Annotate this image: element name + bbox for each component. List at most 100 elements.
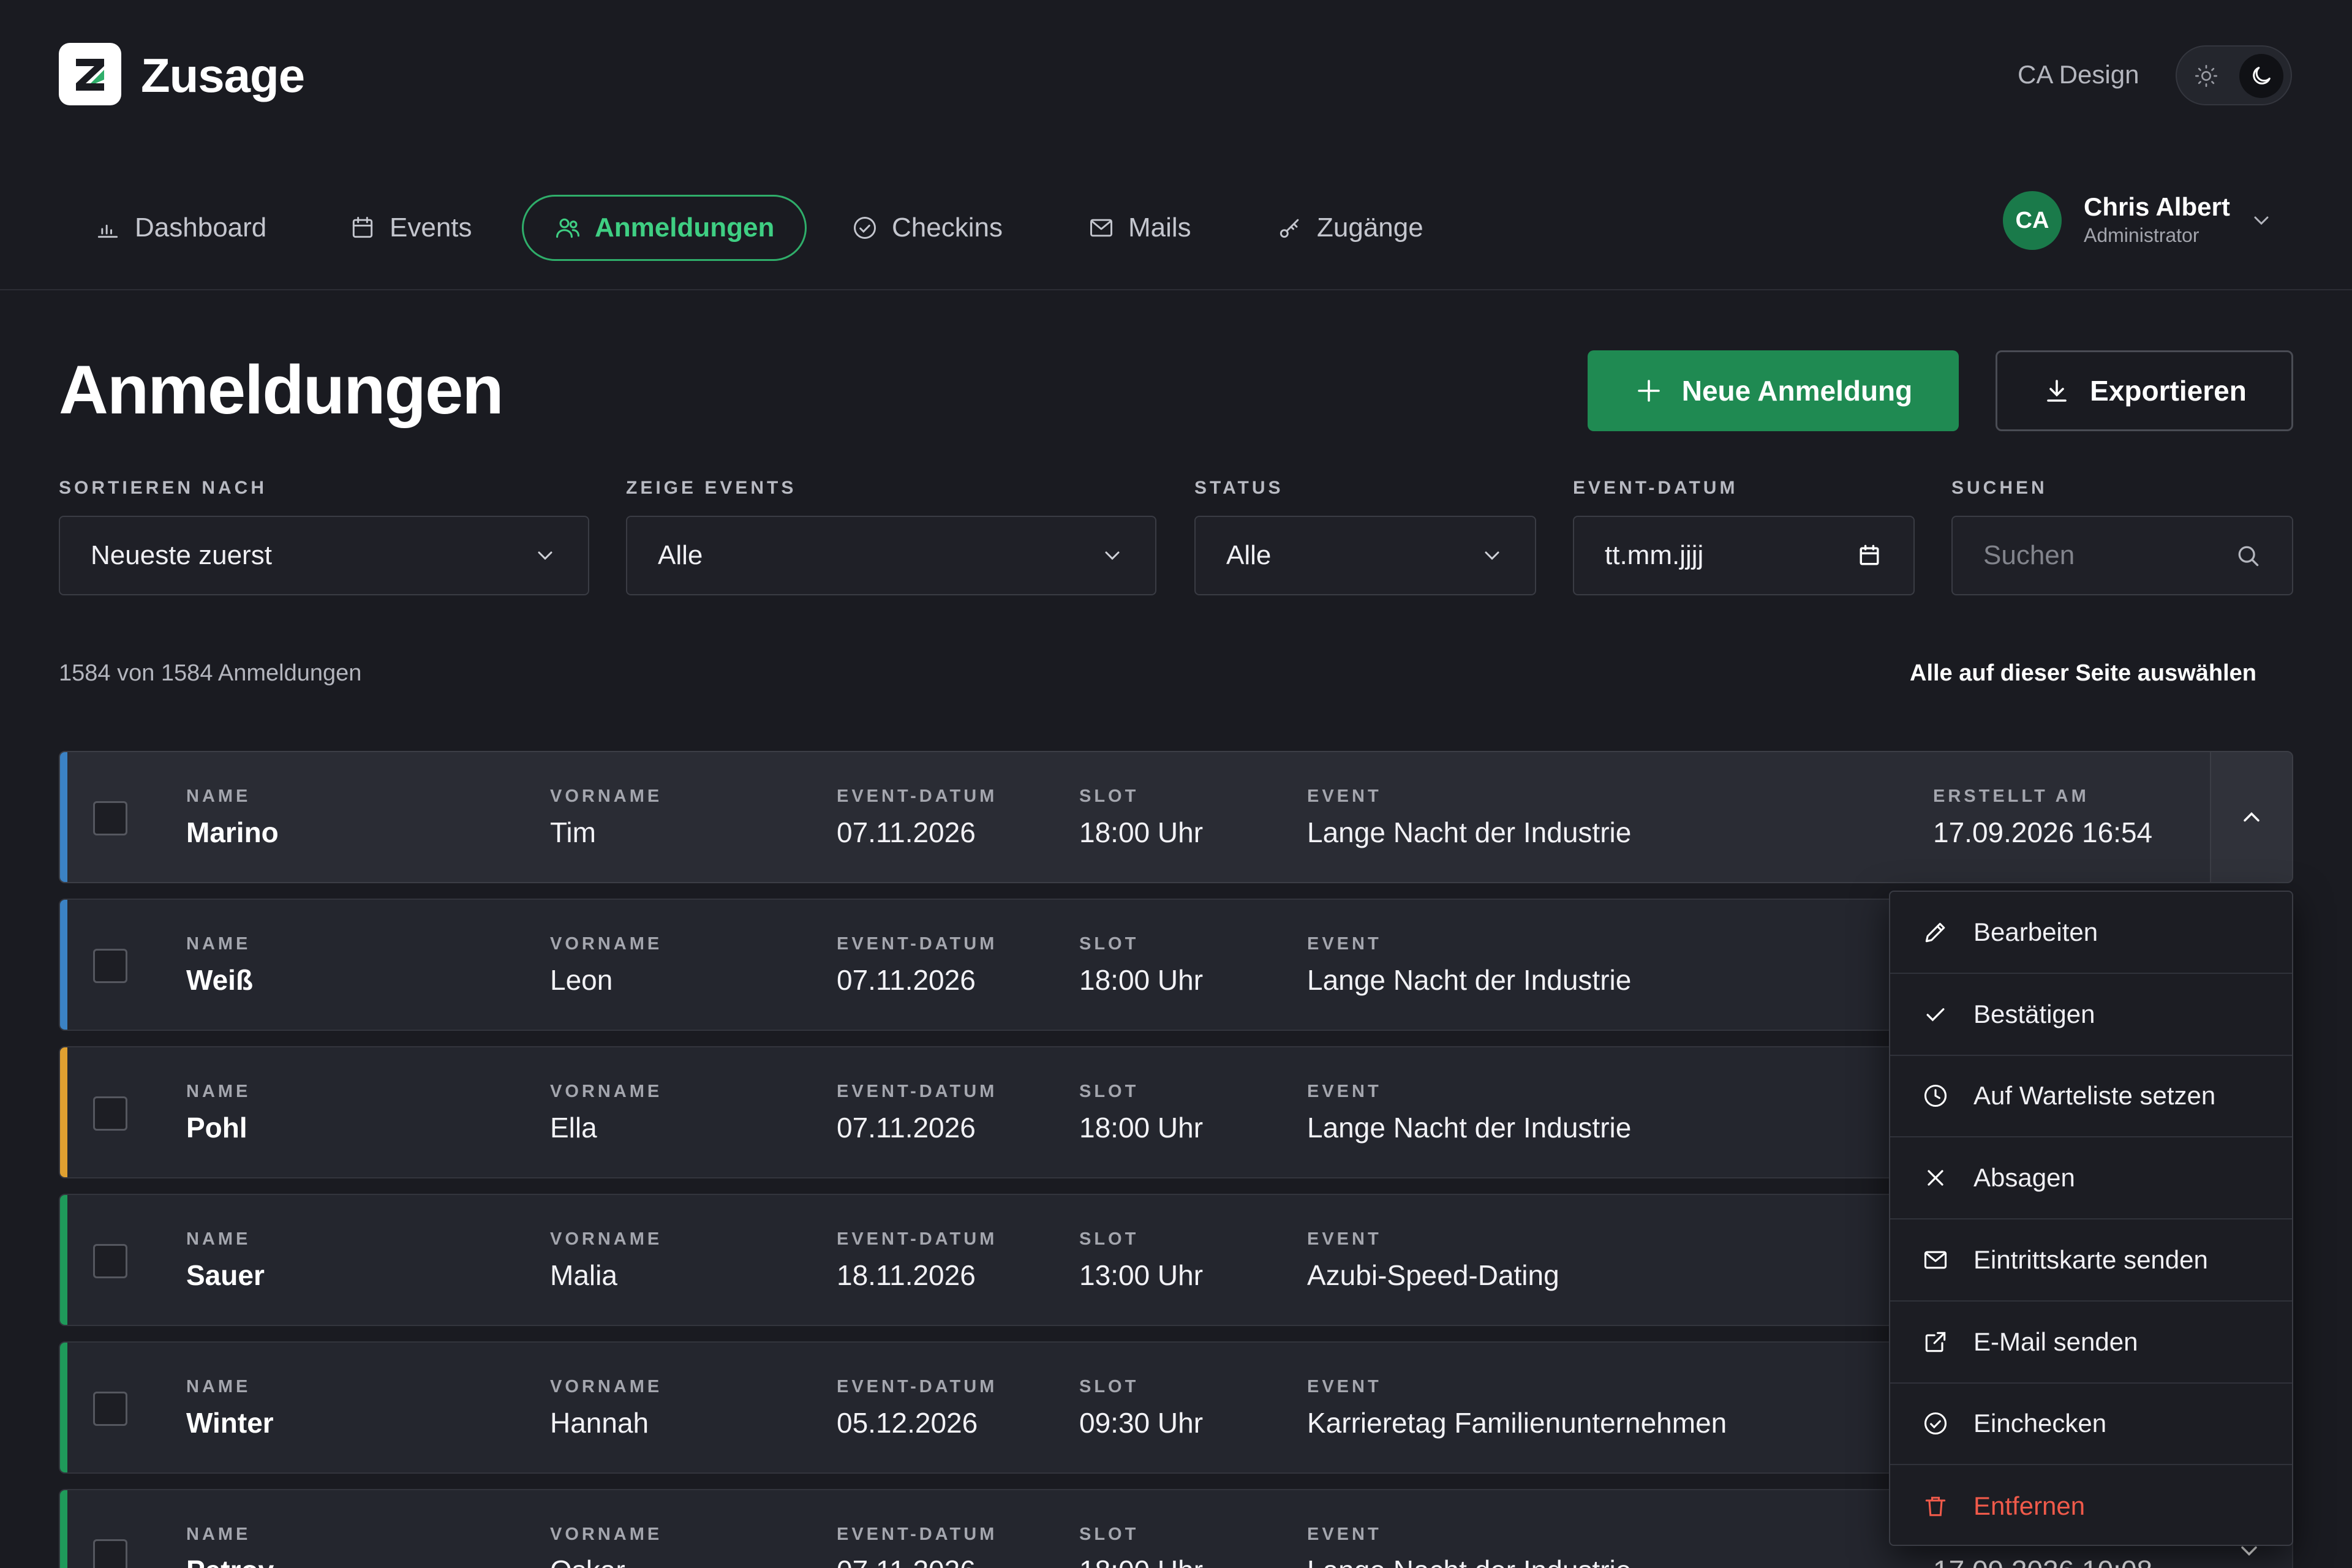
export-button[interactable]: Exportieren xyxy=(1996,350,2293,431)
search-label: SUCHEN xyxy=(1951,478,2048,498)
new-registration-label: Neue Anmeldung xyxy=(1681,375,1913,407)
select-all-link[interactable]: Alle auf dieser Seite auswählen xyxy=(1910,660,2256,687)
status-accent xyxy=(60,1490,67,1568)
col-header-event: EVENT xyxy=(1307,1377,1382,1396)
row-checkbox[interactable] xyxy=(93,1539,127,1568)
check-circle-icon xyxy=(854,217,876,239)
check-circle-icon xyxy=(1924,1412,1947,1435)
row-checkbox[interactable] xyxy=(93,801,127,835)
col-header-slot: SLOT xyxy=(1079,1525,1139,1544)
cell-vorname: Hannah xyxy=(550,1407,649,1439)
col-header-slot: SLOT xyxy=(1079,1082,1139,1101)
calendar-icon[interactable] xyxy=(1856,542,1883,569)
new-registration-button[interactable]: Neue Anmeldung xyxy=(1588,350,1959,431)
download-icon xyxy=(2047,380,2067,402)
chevron-down-icon xyxy=(538,551,552,560)
menu-item-eintrittskarte[interactable]: Eintrittskarte senden xyxy=(1890,1219,2292,1302)
cell-event: Lange Nacht der Industrie xyxy=(1307,1554,1631,1568)
menu-item-warteliste[interactable]: Auf Warteliste setzen xyxy=(1890,1056,2292,1138)
nav-events[interactable]: Events xyxy=(318,195,503,261)
col-header-vorname: VORNAME xyxy=(550,1082,663,1101)
menu-item-absagen[interactable]: Absagen xyxy=(1890,1137,2292,1219)
cell-vorname: Ella xyxy=(550,1112,597,1144)
date-filter-input[interactable]: tt.mm.jjjj xyxy=(1573,516,1915,595)
col-header-name: NAME xyxy=(186,1525,251,1544)
moon-icon[interactable] xyxy=(2239,54,2283,98)
menu-item-bestaetigen[interactable]: Bestätigen xyxy=(1890,974,2292,1056)
col-header-slot: SLOT xyxy=(1079,1229,1139,1249)
search-placeholder: Suchen xyxy=(1983,540,2075,570)
theme-toggle[interactable] xyxy=(2176,45,2292,105)
col-header-event-datum: EVENT-DATUM xyxy=(837,1082,998,1101)
user-name[interactable]: Chris Albert xyxy=(2084,192,2230,222)
nav-mails-label: Mails xyxy=(1128,213,1191,243)
user-role: Administrator xyxy=(2084,224,2199,246)
col-header-vorname: VORNAME xyxy=(550,934,663,954)
events-filter-select[interactable]: Alle xyxy=(626,516,1156,595)
date-filter-label: EVENT-DATUM xyxy=(1573,478,1738,498)
sort-select[interactable]: Neueste zuerst xyxy=(59,516,589,595)
nav-dashboard[interactable]: Dashboard xyxy=(64,195,297,261)
cell-slot: 18:00 Uhr xyxy=(1079,1554,1203,1568)
status-accent xyxy=(60,900,67,1030)
row-checkbox[interactable] xyxy=(93,1096,127,1131)
table-row[interactable]: NAME Marino VORNAME Tim EVENT-DATUM 07.1… xyxy=(59,751,2293,883)
menu-item-einchecken[interactable]: Einchecken xyxy=(1890,1384,2292,1466)
cell-vorname: Oskar xyxy=(550,1554,625,1568)
sort-select-value: Neueste zuerst xyxy=(91,540,272,570)
nav-zugaenge[interactable]: Zugänge xyxy=(1246,195,1454,261)
col-header-event: EVENT xyxy=(1307,934,1382,954)
status-filter-value: Alle xyxy=(1226,540,1272,570)
events-filter-label: ZEIGE EVENTS xyxy=(626,478,797,498)
clock-icon xyxy=(1924,1085,1947,1107)
row-checkbox[interactable] xyxy=(93,949,127,983)
cell-event: Lange Nacht der Industrie xyxy=(1307,964,1632,996)
status-accent xyxy=(60,1047,67,1177)
row-checkbox[interactable] xyxy=(93,1244,127,1278)
date-filter-placeholder: tt.mm.jjjj xyxy=(1605,540,1704,570)
row-collapse-button[interactable] xyxy=(2210,752,2292,882)
col-header-erstellt: ERSTELLT AM xyxy=(1933,786,2089,806)
mail-icon xyxy=(1924,1251,1947,1269)
page-title: Anmeldungen xyxy=(59,352,504,428)
plus-icon xyxy=(1637,380,1660,402)
menu-item-bearbeiten[interactable]: Bearbeiten xyxy=(1890,892,2292,974)
cell-name: Weiß xyxy=(186,964,254,996)
x-icon xyxy=(1928,1170,1943,1186)
chevron-up-icon xyxy=(2244,812,2260,822)
col-header-event-datum: EVENT-DATUM xyxy=(837,1229,998,1249)
menu-item-email[interactable]: E-Mail senden xyxy=(1890,1302,2292,1384)
chart-icon xyxy=(97,224,118,238)
user-menu-chevron-icon[interactable] xyxy=(2249,208,2274,236)
external-link-icon xyxy=(1925,1332,1946,1352)
row-checkbox[interactable] xyxy=(93,1392,127,1426)
cell-slot: 09:30 Uhr xyxy=(1079,1407,1204,1439)
sun-icon[interactable] xyxy=(2184,54,2228,98)
cell-name: Pohl xyxy=(186,1112,247,1144)
cell-vorname: Tim xyxy=(550,816,596,848)
nav-anmeldungen-label: Anmeldungen xyxy=(595,213,775,243)
nav-checkins[interactable]: Checkins xyxy=(821,195,1033,261)
chevron-down-icon xyxy=(1485,551,1499,560)
user-avatar[interactable]: CA xyxy=(2003,191,2062,250)
nav-anmeldungen[interactable]: Anmeldungen xyxy=(522,195,807,261)
cell-event: Azubi-Speed-Dating xyxy=(1307,1259,1559,1291)
mail-icon xyxy=(1090,219,1112,237)
col-header-vorname: VORNAME xyxy=(550,1377,663,1396)
menu-item-entfernen[interactable]: Entfernen xyxy=(1890,1465,2292,1545)
trash-icon xyxy=(1925,1496,1946,1517)
cell-slot: 18:00 Uhr xyxy=(1079,816,1204,848)
pencil-icon xyxy=(1925,922,1945,943)
search-icon[interactable] xyxy=(2234,542,2261,569)
cell-name: Petrov xyxy=(186,1554,274,1568)
col-header-vorname: VORNAME xyxy=(550,786,663,806)
col-header-name: NAME xyxy=(186,1082,251,1101)
menu-item-label: Entfernen xyxy=(1973,1491,2086,1521)
col-header-vorname: VORNAME xyxy=(550,1229,663,1249)
col-header-name: NAME xyxy=(186,934,251,954)
search-input[interactable]: Suchen xyxy=(1951,516,2293,595)
cell-slot: 18:00 Uhr xyxy=(1079,1112,1204,1144)
status-filter-select[interactable]: Alle xyxy=(1194,516,1536,595)
nav-mails[interactable]: Mails xyxy=(1057,195,1222,261)
app-logo[interactable] xyxy=(59,43,121,105)
